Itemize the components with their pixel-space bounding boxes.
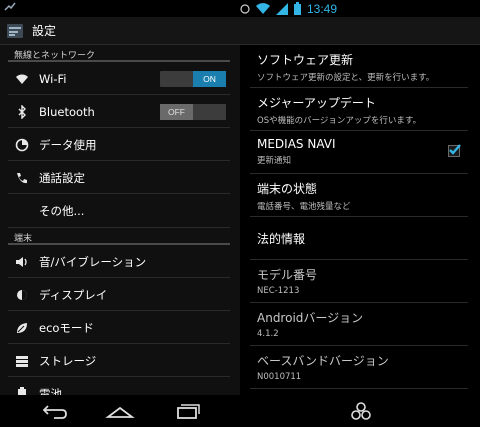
section-header-device: 端末 [0,228,240,245]
sidebar-item-call-settings[interactable]: 通話設定 [0,161,240,194]
medias-navi-item[interactable]: MEDIAS NAVI 更新通知 [240,131,480,174]
battery-icon [14,386,30,395]
sidebar-item-eco-mode[interactable]: ecoモード [0,311,240,344]
item-title: Androidバージョン [257,311,364,325]
model-number-item: モデル番号 NEC-1213 [240,260,480,303]
sidebar-item-display[interactable]: ディスプレイ [0,278,240,311]
sidebar-item-bluetooth[interactable]: Bluetooth OFF [0,95,240,128]
recent-apps-icon[interactable] [172,400,202,422]
item-title: ベースバンドバージョン [257,354,389,368]
volume-icon [14,254,30,270]
sidebar-item-label: ecoモード [39,320,94,335]
battery-status-icon [294,2,301,15]
about-device-panel[interactable]: ソフトウェア更新 ソフトウェア更新の設定と、更新を行います。 メジャーアップデー… [240,45,480,395]
item-value: 4.1.2 [257,329,279,339]
item-subtitle: OSや機能のバージョンアップを行います。 [257,116,422,126]
notification-icon [4,2,16,11]
sidebar-item-more[interactable]: その他... [0,194,240,228]
sidebar-item-data-usage[interactable]: データ使用 [0,128,240,161]
phone-icon [14,170,30,186]
item-title: MEDIAS NAVI [257,137,336,151]
sidebar-item-label: 電池 [39,386,62,396]
item-title: 法的情報 [257,232,306,246]
item-subtitle: 電話番号、電池残量など [257,202,351,212]
wifi-status-icon [256,2,270,14]
android-version-item[interactable]: Androidバージョン 4.1.2 [240,303,480,346]
quick-menu-icon[interactable] [348,400,374,422]
clock: 13:49 [307,1,338,16]
bluetooth-toggle[interactable]: OFF [160,104,226,120]
sidebar-item-label: その他... [39,204,85,218]
action-bar: 設定 [0,17,480,45]
eco-icon [14,320,30,336]
section-header-wireless: 無線とネットワーク [0,45,240,62]
item-title: 端末の状態 [257,182,318,196]
sidebar-item-label: ストレージ [39,353,97,368]
legal-info-item[interactable]: 法的情報 [240,217,480,260]
major-update-item[interactable]: メジャーアップデート OSや機能のバージョンアップを行います。 [240,88,480,131]
device-status-item[interactable]: 端末の状態 電話番号、電池残量など [240,174,480,217]
wifi-icon [14,71,30,87]
signal-icon [276,2,288,15]
settings-app-icon[interactable] [6,22,24,40]
status-bar: 13:49 [0,0,480,17]
item-value: NEC-1213 [257,286,300,296]
sidebar-item-label: 通話設定 [39,170,85,185]
baseband-version-item: ベースバンドバージョン N0010711 [240,346,480,389]
sidebar-item-storage[interactable]: ストレージ [0,344,240,377]
item-title: ソフトウェア更新 [257,53,354,67]
medias-navi-checkbox[interactable] [448,144,461,157]
navigation-bar [0,395,480,427]
item-value: N0010711 [257,372,302,382]
sidebar-item-battery[interactable]: 電池 [0,377,240,395]
wifi-toggle[interactable]: ON [160,71,226,87]
item-title: メジャーアップデート [257,96,376,110]
home-icon[interactable] [105,400,135,422]
back-icon[interactable] [40,400,70,422]
sidebar-item-wifi[interactable]: Wi-Fi ON [0,62,240,95]
sidebar-item-label: Bluetooth [39,104,95,119]
toggle-state: OFF [160,104,193,120]
settings-category-list[interactable]: 無線とネットワーク Wi-Fi ON Bluetooth OFF データ使用 通… [0,45,240,395]
bluetooth-icon [14,104,30,120]
item-title: モデル番号 [257,268,318,282]
software-update-item[interactable]: ソフトウェア更新 ソフトウェア更新の設定と、更新を行います。 [240,45,480,88]
sidebar-item-label: ディスプレイ [39,287,108,302]
toggle-state: ON [193,71,226,87]
sidebar-item-label: 音/バイブレーション [39,254,147,269]
alarm-icon [240,3,250,14]
brightness-icon [14,287,30,303]
sidebar-item-label: Wi-Fi [39,71,67,86]
sidebar-item-sound[interactable]: 音/バイブレーション [0,245,240,278]
item-subtitle: 更新通知 [257,156,292,166]
data-usage-icon [14,137,30,153]
checkmark-icon [449,144,461,155]
storage-icon [14,353,30,369]
item-subtitle: ソフトウェア更新の設定と、更新を行います。 [257,73,435,83]
page-title: 設定 [32,24,57,38]
sidebar-item-label: データ使用 [39,137,97,152]
